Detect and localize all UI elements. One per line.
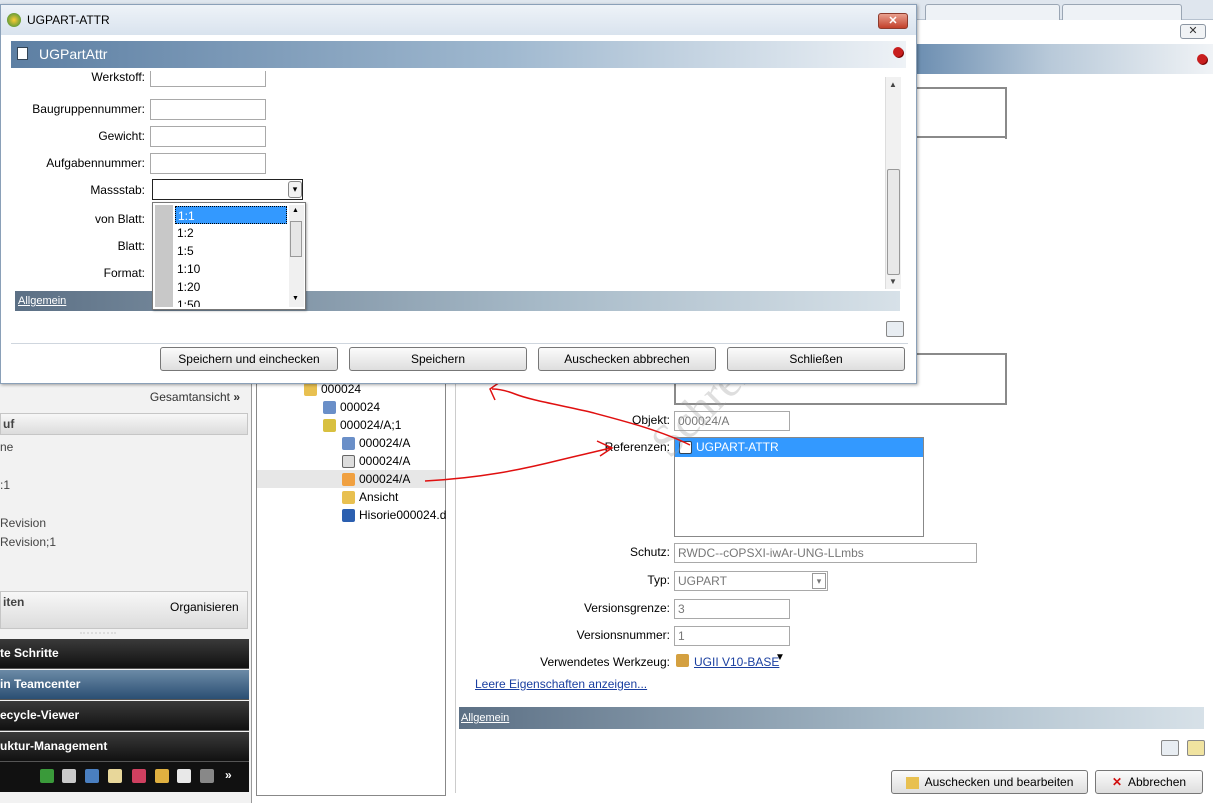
baugruppennummer-field[interactable]	[150, 99, 266, 120]
form-scrollbar[interactable]: ▲ ▼	[885, 77, 901, 289]
von-blatt-label: von Blatt:	[94, 212, 145, 226]
scroll-down-icon[interactable]: ▼	[292, 295, 299, 302]
form-icon	[17, 47, 28, 60]
dropdown-option-selected[interactable]: 1:1	[175, 206, 287, 224]
print-icon[interactable]	[886, 321, 904, 337]
aufgabennummer-field[interactable]	[150, 153, 266, 174]
gewicht-field[interactable]	[150, 126, 266, 147]
blatt-label: Blatt:	[117, 239, 145, 253]
app-icon	[7, 13, 21, 27]
massstab-select[interactable]: ▾	[152, 179, 303, 200]
format-label: Format:	[103, 266, 145, 280]
close-dialog-button[interactable]: Schließen	[727, 347, 905, 371]
dropdown-scrollbar[interactable]: ▲ ▼	[289, 205, 304, 307]
aufgabennummer-label: Aufgabennummer:	[46, 156, 145, 170]
scroll-up-icon[interactable]: ▲	[889, 80, 897, 89]
annotation-arrowhead	[489, 381, 501, 401]
werkstoff-label: Werkstoff:	[91, 71, 145, 84]
attribute-form: Werkstoff: Baugruppennummer: Gewicht: Au…	[11, 71, 885, 291]
dropdown-option[interactable]: 1:20	[175, 278, 287, 296]
form-header-bar	[11, 41, 906, 68]
cancel-checkout-button[interactable]: Auschecken abbrechen	[538, 347, 716, 371]
form-title: UGPartAttr	[39, 46, 108, 62]
dropdown-option[interactable]: 1:10	[175, 260, 287, 278]
massstab-dropdown-list[interactable]: 1:1 1:2 1:5 1:10 1:20 1:50 ▲ ▼	[152, 202, 306, 310]
scroll-thumb[interactable]	[887, 169, 900, 275]
werkstoff-field[interactable]	[150, 71, 266, 87]
save-checkin-button[interactable]: Speichern und einchecken	[160, 347, 338, 371]
divider	[11, 343, 908, 344]
ugpart-attr-dialog: UGPART-ATTR ✕ UGPartAttr Werkstoff: Baug…	[0, 4, 917, 384]
close-button[interactable]: ✕	[878, 13, 908, 29]
chevron-down-icon[interactable]: ▾	[288, 181, 302, 198]
annotation-arrow	[424, 447, 611, 482]
dialog-title: UGPART-ATTR	[27, 13, 110, 27]
gewicht-label: Gewicht:	[98, 129, 145, 143]
allgemein-tab[interactable]: Allgemein	[15, 291, 900, 311]
dropdown-option[interactable]: 1:5	[175, 242, 287, 260]
massstab-label: Massstab:	[90, 183, 145, 197]
annotation-arrow	[491, 388, 691, 446]
scroll-down-icon[interactable]: ▼	[889, 277, 897, 286]
dialog-titlebar[interactable]	[1, 5, 916, 35]
save-button[interactable]: Speichern	[349, 347, 527, 371]
scroll-thumb[interactable]	[290, 221, 302, 257]
list-gutter	[155, 205, 173, 307]
dropdown-option[interactable]: 1:50	[175, 296, 287, 307]
scroll-up-icon[interactable]: ▲	[292, 207, 299, 214]
baugruppennummer-label: Baugruppennummer:	[32, 102, 145, 116]
pin-icon[interactable]	[893, 47, 903, 57]
dropdown-option[interactable]: 1:2	[175, 224, 287, 242]
